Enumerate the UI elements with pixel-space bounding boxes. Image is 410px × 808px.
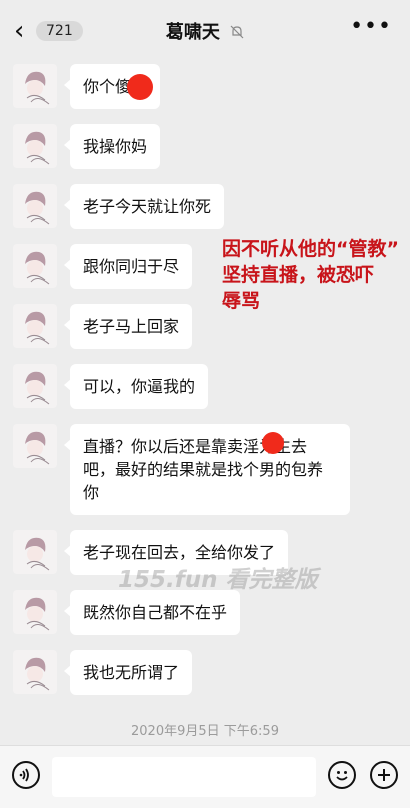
anime-avatar-icon xyxy=(25,657,50,691)
message-text: 我操你妈 xyxy=(83,137,148,156)
anime-avatar-icon xyxy=(25,597,50,631)
anime-avatar-icon xyxy=(25,311,50,345)
message-bubble: 老子马上回家 xyxy=(63,304,193,349)
message-text: 既然你自己都不在乎 xyxy=(83,603,228,622)
message-bubble: 老子今天就让你死 xyxy=(63,184,225,229)
anime-avatar-icon xyxy=(25,537,50,571)
censor-dot xyxy=(127,74,153,100)
contact-avatar[interactable] xyxy=(13,184,57,228)
anime-avatar-icon xyxy=(25,431,50,465)
contact-avatar[interactable] xyxy=(13,650,57,694)
anime-avatar-icon xyxy=(25,191,50,225)
message-bubble: 我操你妈 xyxy=(63,124,161,169)
contact-avatar[interactable] xyxy=(13,244,57,288)
message-bubble: 直播？你以后还是靠卖淫为生去吧，最好的结果就是找个男的包养你 xyxy=(64,424,350,515)
contact-avatar[interactable] xyxy=(13,364,57,408)
contact-avatar[interactable] xyxy=(13,304,57,348)
message-bubble: 我也无所谓了 xyxy=(63,650,193,695)
message-text: 我也无所谓了 xyxy=(83,663,180,682)
anime-avatar-icon xyxy=(25,131,50,165)
contact-avatar[interactable] xyxy=(13,64,57,108)
contact-avatar[interactable] xyxy=(13,424,57,468)
chat-title-text: 葛啸天 xyxy=(165,22,220,43)
message-bubble: 跟你同归于尽 xyxy=(63,244,193,289)
message-text: 直播？你以后还是靠卖淫为生去吧，最好的结果就是找个男的包养你 xyxy=(83,437,324,502)
message-input[interactable] xyxy=(52,757,316,797)
annotation-line: 坚持直播，被恐吓 xyxy=(222,264,375,286)
message-bubble: 既然你自己都不在乎 xyxy=(63,590,241,635)
message-text: 老子马上回家 xyxy=(83,317,180,336)
chat-title: 葛啸天 xyxy=(0,18,410,44)
red-annotation: 因不听从他的“管教” 坚持直播，被恐吓 辱骂 xyxy=(222,236,410,314)
contact-avatar[interactable] xyxy=(13,530,57,574)
contact-avatar[interactable] xyxy=(13,590,57,634)
censor-dot xyxy=(262,432,284,454)
input-bar xyxy=(0,745,410,808)
bell-off-icon xyxy=(230,25,244,39)
message-text: 老子今天就让你死 xyxy=(83,197,212,216)
anime-avatar-icon xyxy=(25,371,50,405)
emoji-icon[interactable] xyxy=(328,761,356,789)
anime-avatar-icon xyxy=(25,71,50,105)
voice-icon[interactable] xyxy=(12,761,40,789)
annotation-line: 因不听从他的“管教” xyxy=(222,238,399,260)
watermark: 155.fun 看完整版 xyxy=(118,567,318,593)
message-text: 跟你同归于尽 xyxy=(83,257,180,276)
anime-avatar-icon xyxy=(25,251,50,285)
message-bubble: 可以，你逼我的 xyxy=(63,364,209,409)
plus-icon[interactable] xyxy=(370,761,398,789)
message-timestamp: 2020年9月5日 下午6:59 xyxy=(131,724,279,739)
chat-header: ‹ 721 葛啸天 ••• xyxy=(0,0,410,56)
contact-avatar[interactable] xyxy=(13,124,57,168)
more-dots-icon[interactable]: ••• xyxy=(350,14,392,39)
message-text: 可以，你逼我的 xyxy=(83,377,196,396)
annotation-line: 辱骂 xyxy=(222,290,261,312)
